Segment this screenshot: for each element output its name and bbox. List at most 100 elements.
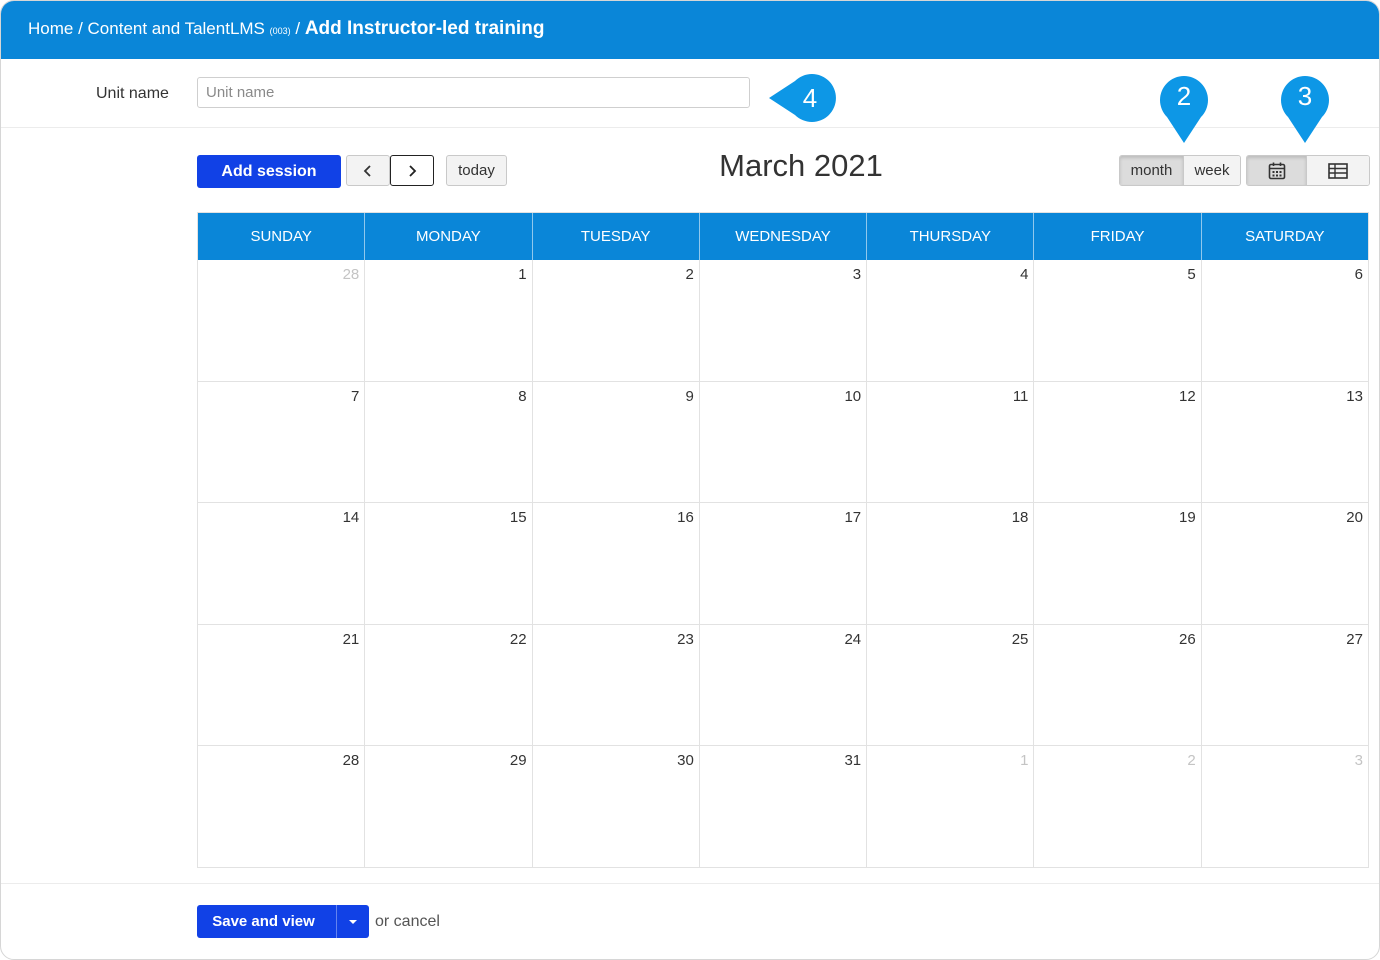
day-number: 28	[342, 266, 360, 283]
calendar-icon	[1268, 162, 1285, 179]
calendar-day-cell[interactable]: 29	[365, 746, 533, 867]
day-number: 19	[1179, 509, 1196, 526]
calendar-day-cell[interactable]: 28	[198, 746, 366, 867]
calendar-day-cell[interactable]: 31	[700, 746, 868, 867]
day-number: 3	[852, 266, 862, 283]
day-number: 18	[1011, 509, 1029, 526]
calendar-day-cell[interactable]: 17	[700, 503, 868, 624]
day-number: 1	[518, 266, 527, 283]
save-button-group: Save and view	[197, 905, 369, 938]
day-number: 29	[509, 752, 527, 769]
week-view-button[interactable]: week	[1182, 156, 1240, 185]
unit-name-input[interactable]	[197, 77, 750, 108]
calendar-day-cell[interactable]: 18	[867, 503, 1035, 624]
calendar-day-cell[interactable]: 8	[365, 381, 533, 502]
calendar-body: 28 1 2 3 4 5 6 7 8 9 10 11 12 13 14 15 16 17 18 19 20 21 22 23 2…	[198, 260, 1368, 867]
calendar-day-cell[interactable]: 12	[1034, 381, 1202, 502]
calendar-day-cell[interactable]: 4	[867, 260, 1035, 381]
day-number: 27	[1346, 630, 1363, 648]
calendar-day-cell[interactable]: 10	[700, 381, 868, 502]
weekday-header: WEDNESDAY	[700, 213, 868, 260]
calendar-day-cell[interactable]: 6	[1202, 260, 1368, 381]
calendar-day-cell[interactable]: 30	[533, 746, 700, 867]
add-session-button[interactable]: Add session	[197, 155, 341, 188]
day-number: 7	[350, 387, 360, 405]
list-layout-button[interactable]	[1306, 156, 1369, 185]
day-number: 16	[677, 509, 694, 526]
calendar-day-cell[interactable]: 14	[198, 503, 366, 624]
day-number: 8	[518, 387, 527, 405]
day-number: 21	[342, 630, 360, 648]
calendar-week-row: 28 29 30 31 1 2 3	[198, 745, 1368, 867]
calendar-week-row: 14 15 16 17 18 19 20	[198, 502, 1368, 624]
page-title: Add Instructor-led training	[304, 18, 545, 39]
breadcrumb: Home / Content and TalentLMS (003) / Add…	[28, 18, 544, 40]
callout-2-number: 2	[1176, 81, 1192, 111]
view-switcher: month week	[1119, 155, 1241, 186]
calendar-day-cell[interactable]: 24	[700, 624, 868, 745]
calendar-day-cell[interactable]: 13	[1202, 382, 1368, 503]
calendar-day-cell[interactable]: 7	[198, 381, 366, 502]
calendar-day-cell[interactable]: 23	[533, 624, 700, 745]
day-number: 30	[677, 752, 694, 769]
calendar-day-cell[interactable]: 1	[867, 746, 1035, 867]
calendar-day-cell[interactable]: 25	[867, 624, 1035, 745]
chevron-right-icon	[409, 164, 417, 177]
calendar-day-cell[interactable]: 2	[533, 260, 700, 381]
day-number: 1	[1020, 752, 1029, 769]
day-number: 11	[1012, 387, 1029, 405]
calendar-day-cell[interactable]: 19	[1034, 503, 1202, 624]
callout-4-marker: 4	[767, 74, 839, 122]
month-view-button[interactable]: month	[1120, 156, 1183, 185]
calendar-day-cell[interactable]: 28	[198, 260, 366, 381]
calendar-title: March 2021	[719, 148, 883, 183]
day-number: 6	[1354, 266, 1363, 283]
save-options-dropdown[interactable]	[336, 905, 369, 938]
day-number: 4	[1020, 266, 1029, 283]
callout-3-number: 3	[1297, 81, 1313, 111]
breadcrumb-course-code: (003)	[269, 26, 291, 36]
calendar-week-row: 28 1 2 3 4 5 6	[198, 260, 1368, 381]
breadcrumb-course[interactable]: Content and TalentLMS	[88, 19, 270, 38]
day-number: 10	[844, 387, 862, 405]
callout-2-marker: 2	[1160, 73, 1208, 145]
unit-name-label: Unit name	[96, 85, 169, 102]
calendar-day-cell[interactable]: 20	[1202, 503, 1368, 624]
form-footer: Save and view or cancel	[1, 883, 1379, 959]
weekday-header: THURSDAY	[867, 213, 1035, 260]
calendar-day-cell[interactable]: 5	[1034, 260, 1202, 381]
prev-month-button[interactable]	[346, 155, 390, 186]
day-number: 12	[1179, 387, 1196, 405]
calendar-day-cell[interactable]: 27	[1202, 625, 1368, 746]
day-number: 9	[685, 387, 694, 405]
calendar-day-cell[interactable]: 3	[1202, 746, 1368, 867]
calendar-day-cell[interactable]: 26	[1034, 624, 1202, 745]
day-number: 5	[1187, 266, 1196, 283]
calendar-day-cell[interactable]: 16	[533, 503, 700, 624]
callout-4-number: 4	[802, 83, 818, 113]
day-number: 23	[677, 630, 694, 648]
day-number: 15	[509, 509, 527, 526]
breadcrumb-separator: /	[290, 19, 305, 38]
calendar-layout-button[interactable]	[1247, 156, 1307, 185]
calendar-day-cell[interactable]: 1	[365, 260, 533, 381]
cancel-link[interactable]: or cancel	[375, 913, 440, 931]
calendar-day-cell[interactable]: 21	[198, 624, 366, 745]
day-number: 3	[1354, 752, 1363, 769]
next-month-button[interactable]	[390, 155, 434, 186]
calendar-day-cell[interactable]: 3	[700, 260, 868, 381]
breadcrumb-home[interactable]: Home	[28, 19, 73, 38]
weekday-header: MONDAY	[365, 213, 533, 260]
calendar-week-row: 7 8 9 10 11 12 13	[198, 380, 1368, 503]
save-and-view-button[interactable]: Save and view	[197, 905, 336, 938]
day-number: 31	[844, 752, 862, 769]
calendar-header-row: SUNDAY MONDAY TUESDAY WEDNESDAY THURSDAY…	[198, 213, 1368, 260]
calendar-day-cell[interactable]: 22	[365, 624, 533, 745]
calendar-day-cell[interactable]: 11	[867, 381, 1035, 502]
day-number: 17	[844, 509, 862, 526]
today-button[interactable]: today	[446, 155, 507, 186]
calendar-day-cell[interactable]: 15	[365, 503, 533, 624]
calendar-day-cell[interactable]: 2	[1034, 746, 1202, 867]
weekday-header: SATURDAY	[1245, 228, 1325, 245]
calendar-day-cell[interactable]: 9	[533, 381, 700, 502]
